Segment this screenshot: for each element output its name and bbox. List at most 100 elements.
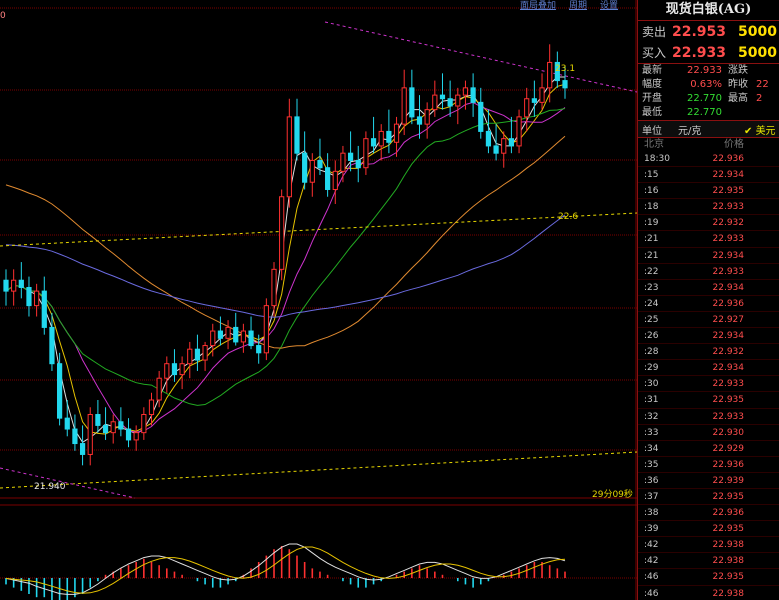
candle-body [141,414,147,434]
candle-body [56,363,63,419]
tick-row[interactable]: :19 22.932 [638,215,779,232]
tick-price: 22.938 [712,540,745,551]
tick-row[interactable]: :42 22.938 [638,537,779,554]
tick-row[interactable]: :21 22.933 [638,231,779,248]
buy-volume: 5000 [738,44,777,61]
tick-price: 22.935 [712,186,745,197]
tick-time: :26 [644,331,659,342]
tick-price: 22.936 [712,298,745,309]
quote-panel: 现货白银(AG) 卖出 22.953 5000 买入 22.933 5000 最… [637,0,779,600]
settings-link[interactable]: 设置 [600,0,618,11]
candlestick-chart-area[interactable]: 23.1 22.6 21.940 0 29分09秒 面局叠加 周期 设置 [0,0,637,600]
candle-body [210,330,216,347]
tick-row[interactable]: :15 22.934 [638,167,779,184]
tick-time: :24 [644,298,659,309]
tick-price: 22.934 [712,282,745,293]
tick-price: 22.930 [712,427,745,438]
currency-label: 美元 [755,125,776,137]
stat-value: 22.770 [687,107,722,118]
stat-row: 最低 22.770 [638,106,779,120]
tick-list[interactable]: 18:30 22.936:15 22.934:16 22.935:18 22.933:1… [638,151,779,600]
tick-row[interactable]: :26 22.934 [638,328,779,345]
stats-block: 最新 22.933 涨跌 幅度 0.63% 昨收 22 开盘 22.770 最高 2 最低 22.770 [638,64,779,120]
tick-price: 22.933 [712,379,745,390]
tick-row[interactable]: :18 22.933 [638,199,779,216]
stat-label: 最新 [642,65,662,76]
candle-body [386,130,392,143]
tick-row[interactable]: :34 22.929 [638,441,779,457]
candle-body [240,330,246,343]
tick-row[interactable]: :42 22.938 [638,553,779,570]
tick-header-place: 北京 [644,139,664,150]
tick-row[interactable]: :30 22.933 [638,376,779,393]
candle-body [133,432,139,441]
tick-row[interactable]: :22 22.933 [638,264,779,280]
tick-time: :18 [644,202,659,213]
tick-price: 22.929 [712,443,745,454]
candle-body [478,101,484,132]
candle-body [493,145,499,154]
candle-body [225,326,231,339]
tick-price: 22.939 [712,475,745,486]
candle-body [447,98,453,107]
period-link[interactable]: 周期 [569,0,587,11]
unit-label: 单位 [642,125,662,137]
trend-line-support [0,212,637,247]
candle-body [171,363,178,376]
tick-time: :15 [644,170,659,181]
tick-row[interactable]: :21 22.934 [638,248,779,264]
tick-row[interactable]: :32 22.933 [638,409,779,425]
candle-body [34,290,40,307]
tick-time: :39 [644,524,659,535]
tick-time: :32 [644,411,659,422]
candle-body [531,98,537,103]
tick-row[interactable]: :25 22.927 [638,312,779,329]
tick-row[interactable]: :46 22.935 [638,569,779,586]
trend-line-resistance [324,21,637,93]
chart-canvas[interactable]: 23.1 22.6 21.940 0 29分09秒 [0,0,637,600]
tick-row[interactable]: :16 22.935 [638,183,779,200]
tick-row[interactable]: :36 22.939 [638,473,779,489]
candle-body [485,130,492,147]
tick-price: 22.927 [712,314,745,325]
candle-body [401,87,407,125]
overlay-indicator-link[interactable]: 面局叠加 [520,0,556,11]
tick-row[interactable]: :23 22.934 [638,280,779,296]
tick-header: 北京 价格 [638,138,779,151]
tick-price: 22.933 [712,202,745,213]
stat-label: 幅度 [642,79,662,90]
unit-row[interactable]: 单位 元/克 ✔ 美元 [638,120,779,138]
tick-row[interactable]: :29 22.934 [638,360,779,377]
candle-body [562,80,568,89]
countdown-label: 29分09秒 [592,488,633,500]
candle-body [72,428,78,445]
tick-row[interactable]: :24 22.936 [638,296,779,312]
buy-row[interactable]: 买入 22.933 5000 [638,42,779,63]
currency-toggle[interactable]: ✔ 美元 [744,122,776,137]
tick-row[interactable]: 18:30 22.936 [638,151,779,168]
moving-average-line [5,101,566,433]
tick-time: :19 [644,218,659,229]
tick-row[interactable]: :28 22.932 [638,344,779,361]
sell-row[interactable]: 卖出 22.953 5000 [638,21,779,42]
candle-body [393,123,400,143]
tick-price: 22.936 [712,459,745,470]
tick-row[interactable]: :37 22.935 [638,489,779,506]
tick-time: :34 [644,443,659,454]
tick-row[interactable]: :31 22.935 [638,392,779,409]
tick-header-price: 价格 [724,139,744,150]
candle-body [263,305,269,354]
trend-price-label: 22.6 [558,212,578,222]
tick-price: 22.933 [712,411,745,422]
candle-body [18,279,24,288]
tick-row[interactable]: :46 22.938 [638,586,779,600]
tick-time: :28 [644,347,659,358]
stat-label: 开盘 [642,93,662,104]
candle-body [302,152,308,183]
tick-row[interactable]: :39 22.935 [638,521,779,538]
tick-row[interactable]: :38 22.936 [638,505,779,522]
sell-label: 卖出 [642,25,667,39]
tick-row[interactable]: :33 22.930 [638,425,779,441]
candle-body [309,159,315,183]
tick-row[interactable]: :35 22.936 [638,457,779,473]
